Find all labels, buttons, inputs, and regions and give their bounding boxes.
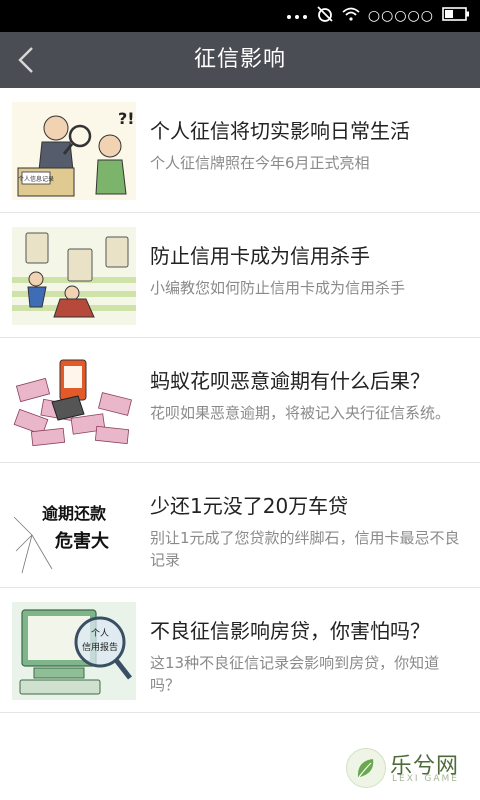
status-bar: ○○○○○ (0, 0, 480, 32)
article-thumbnail (12, 352, 136, 450)
article-desc: 花呗如果恶意逾期，将被记入央行征信系统。 (150, 404, 451, 422)
list-item[interactable]: 逾期还款 危害大 少还1元没了20万车贷 别让1元成了您贷款的绊脚石，信用卡最忌… (0, 463, 480, 588)
article-title: 防止信用卡成为信用杀手 (150, 244, 370, 268)
thumb-sign-text: 个人信息记录 (18, 175, 54, 183)
list-item[interactable]: 防止信用卡成为信用杀手 小编教您如何防止信用卡成为信用杀手 (0, 213, 480, 338)
watermark-subtext: LEXI GAME (392, 774, 459, 784)
list-item[interactable]: 蚂蚁花呗恶意逾期有什么后果？ 花呗如果恶意逾期，将被记入央行征信系统。 (0, 338, 480, 463)
alarm-off-icon (316, 5, 334, 27)
svg-text:?!: ?! (118, 109, 135, 128)
article-thumbnail: 个人信息记录 ?! (12, 102, 136, 200)
article-thumbnail: 个人 信用报告 (12, 602, 136, 700)
battery-icon (442, 7, 470, 25)
article-thumbnail: 逾期还款 危害大 (12, 477, 136, 575)
thumb-text-line1: 逾期还款 (42, 504, 107, 523)
article-title: 个人征信将切实影响日常生活 (150, 119, 410, 143)
list-item[interactable]: 个人信息记录 ?! 个人征信将切实影响日常生活 个人征信牌照在今年6月正式亮相 (0, 88, 480, 213)
article-desc: 这13种不良征信记录会影响到房贷，你知道吗？ (150, 654, 440, 694)
list-item[interactable]: 个人 信用报告 不良征信影响房贷，你害怕吗？ 这13种不良征信记录会影响到房贷，… (0, 588, 480, 713)
article-desc: 个人征信牌照在今年6月正式亮相 (150, 154, 370, 172)
article-thumbnail (12, 227, 136, 325)
article-desc: 小编教您如何防止信用卡成为信用杀手 (150, 279, 406, 297)
page-title: 征信影响 (193, 47, 286, 72)
thumb-report-line2: 信用报告 (82, 641, 118, 653)
thumb-text-line2: 危害大 (54, 530, 109, 552)
leaf-logo-icon (346, 748, 386, 788)
status-icons: ○○○○○ (286, 5, 470, 27)
article-list: 个人信息记录 ?! 个人征信将切实影响日常生活 个人征信牌照在今年6月正式亮相 (0, 88, 480, 713)
thumb-report-line1: 个人 (91, 628, 109, 639)
wifi-icon (342, 7, 360, 25)
article-title: 不良征信影响房贷，你害怕吗？ (150, 619, 430, 643)
article-title: 少还1元没了20万车贷 (150, 494, 349, 518)
app-bar: 征信影响 (0, 32, 480, 88)
watermark-logo: 乐兮网 LEXI GAME (346, 748, 466, 790)
article-desc: 别让1元成了您贷款的绊脚石，信用卡最忌不良记录 (150, 529, 460, 569)
more-icon (286, 8, 308, 24)
article-title: 蚂蚁花呗恶意逾期有什么后果？ (150, 369, 430, 393)
signal-icon: ○○○○○ (367, 8, 434, 24)
